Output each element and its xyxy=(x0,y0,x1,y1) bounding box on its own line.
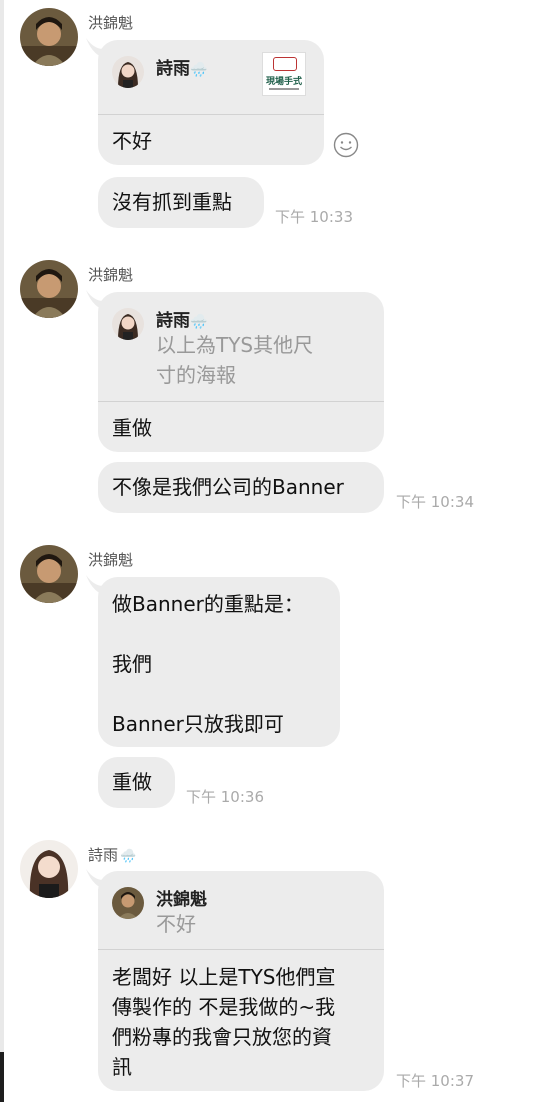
rain-cloud-icon: 🌧️ xyxy=(190,62,208,78)
message-text: 做Banner的重點是： 我們 Banner只放我即可 xyxy=(112,592,304,736)
thumbnail-graphic-icon xyxy=(273,57,297,71)
reply-avatar-hong xyxy=(112,887,144,919)
thumbnail-text: 現場手式 xyxy=(265,77,302,87)
message-bubble[interactable]: 做Banner的重點是： 我們 Banner只放我即可 xyxy=(98,577,340,747)
reply-quote[interactable]: 詩雨🌧️ 現場手式 xyxy=(98,40,324,115)
avatar-shiyu[interactable] xyxy=(20,840,78,898)
message-text: 重做 xyxy=(112,770,152,794)
reply-sender-name: 洪錦魁 xyxy=(156,890,207,910)
reply-snippet: 不好 xyxy=(156,912,196,936)
sender-name: 洪錦魁 xyxy=(88,266,134,284)
reply-quote[interactable]: 洪錦魁 不好 xyxy=(98,871,384,950)
reply-snippet: 以上為TYS其他尺 寸的海報 xyxy=(156,333,314,387)
reply-avatar-shiyu xyxy=(112,308,144,340)
sender-name: 詩雨 xyxy=(88,846,119,864)
sender-name: 洪錦魁 xyxy=(88,551,134,569)
reply-message-bubble[interactable]: 詩雨🌧️ 以上為TYS其他尺 寸的海報 重做 xyxy=(98,292,384,452)
message-text: 不好 xyxy=(112,129,152,153)
message-time: 下午 10:37 xyxy=(396,1072,474,1090)
sender-name: 洪錦魁 xyxy=(88,14,134,32)
message-text: 不像是我們公司的Banner xyxy=(112,475,344,499)
message-bubble[interactable]: 重做 xyxy=(98,757,175,808)
smiley-reaction-icon[interactable] xyxy=(333,132,359,158)
avatar-hong[interactable] xyxy=(20,260,78,318)
avatar-hong[interactable] xyxy=(20,545,78,603)
rain-cloud-icon: 🌧️ xyxy=(120,849,137,864)
message-time: 下午 10:36 xyxy=(186,788,264,806)
thumbnail-subtext-line xyxy=(269,88,299,90)
window-left-edge-dark xyxy=(0,1052,4,1102)
message-text: 沒有抓到重點 xyxy=(112,190,232,214)
reply-sender-name: 詩雨 xyxy=(156,59,190,79)
reply-avatar-shiyu xyxy=(112,56,144,88)
message-bubble[interactable]: 沒有抓到重點 xyxy=(98,177,264,228)
message-time: 下午 10:33 xyxy=(275,208,353,226)
reply-quote[interactable]: 詩雨🌧️ 以上為TYS其他尺 寸的海報 xyxy=(98,292,384,402)
reply-sender-name: 詩雨 xyxy=(156,311,190,331)
rain-cloud-icon: 🌧️ xyxy=(190,314,208,330)
message-bubble[interactable]: 不像是我們公司的Banner xyxy=(98,462,384,513)
reply-message-bubble[interactable]: 詩雨🌧️ 現場手式 不好 xyxy=(98,40,324,165)
message-text: 重做 xyxy=(112,416,152,440)
reply-message-bubble[interactable]: 洪錦魁 不好 老闆好 以上是TYS他們宣 傳製作的 不是我做的~我 們粉專的我會… xyxy=(98,871,384,1091)
reply-thumbnail[interactable]: 現場手式 xyxy=(262,52,306,96)
message-time: 下午 10:34 xyxy=(396,493,474,511)
message-text: 老闆好 以上是TYS他們宣 傳製作的 不是我做的~我 們粉專的我會只放您的資 訊 xyxy=(112,965,336,1079)
window-left-edge xyxy=(0,0,4,1102)
avatar-hong[interactable] xyxy=(20,8,78,66)
